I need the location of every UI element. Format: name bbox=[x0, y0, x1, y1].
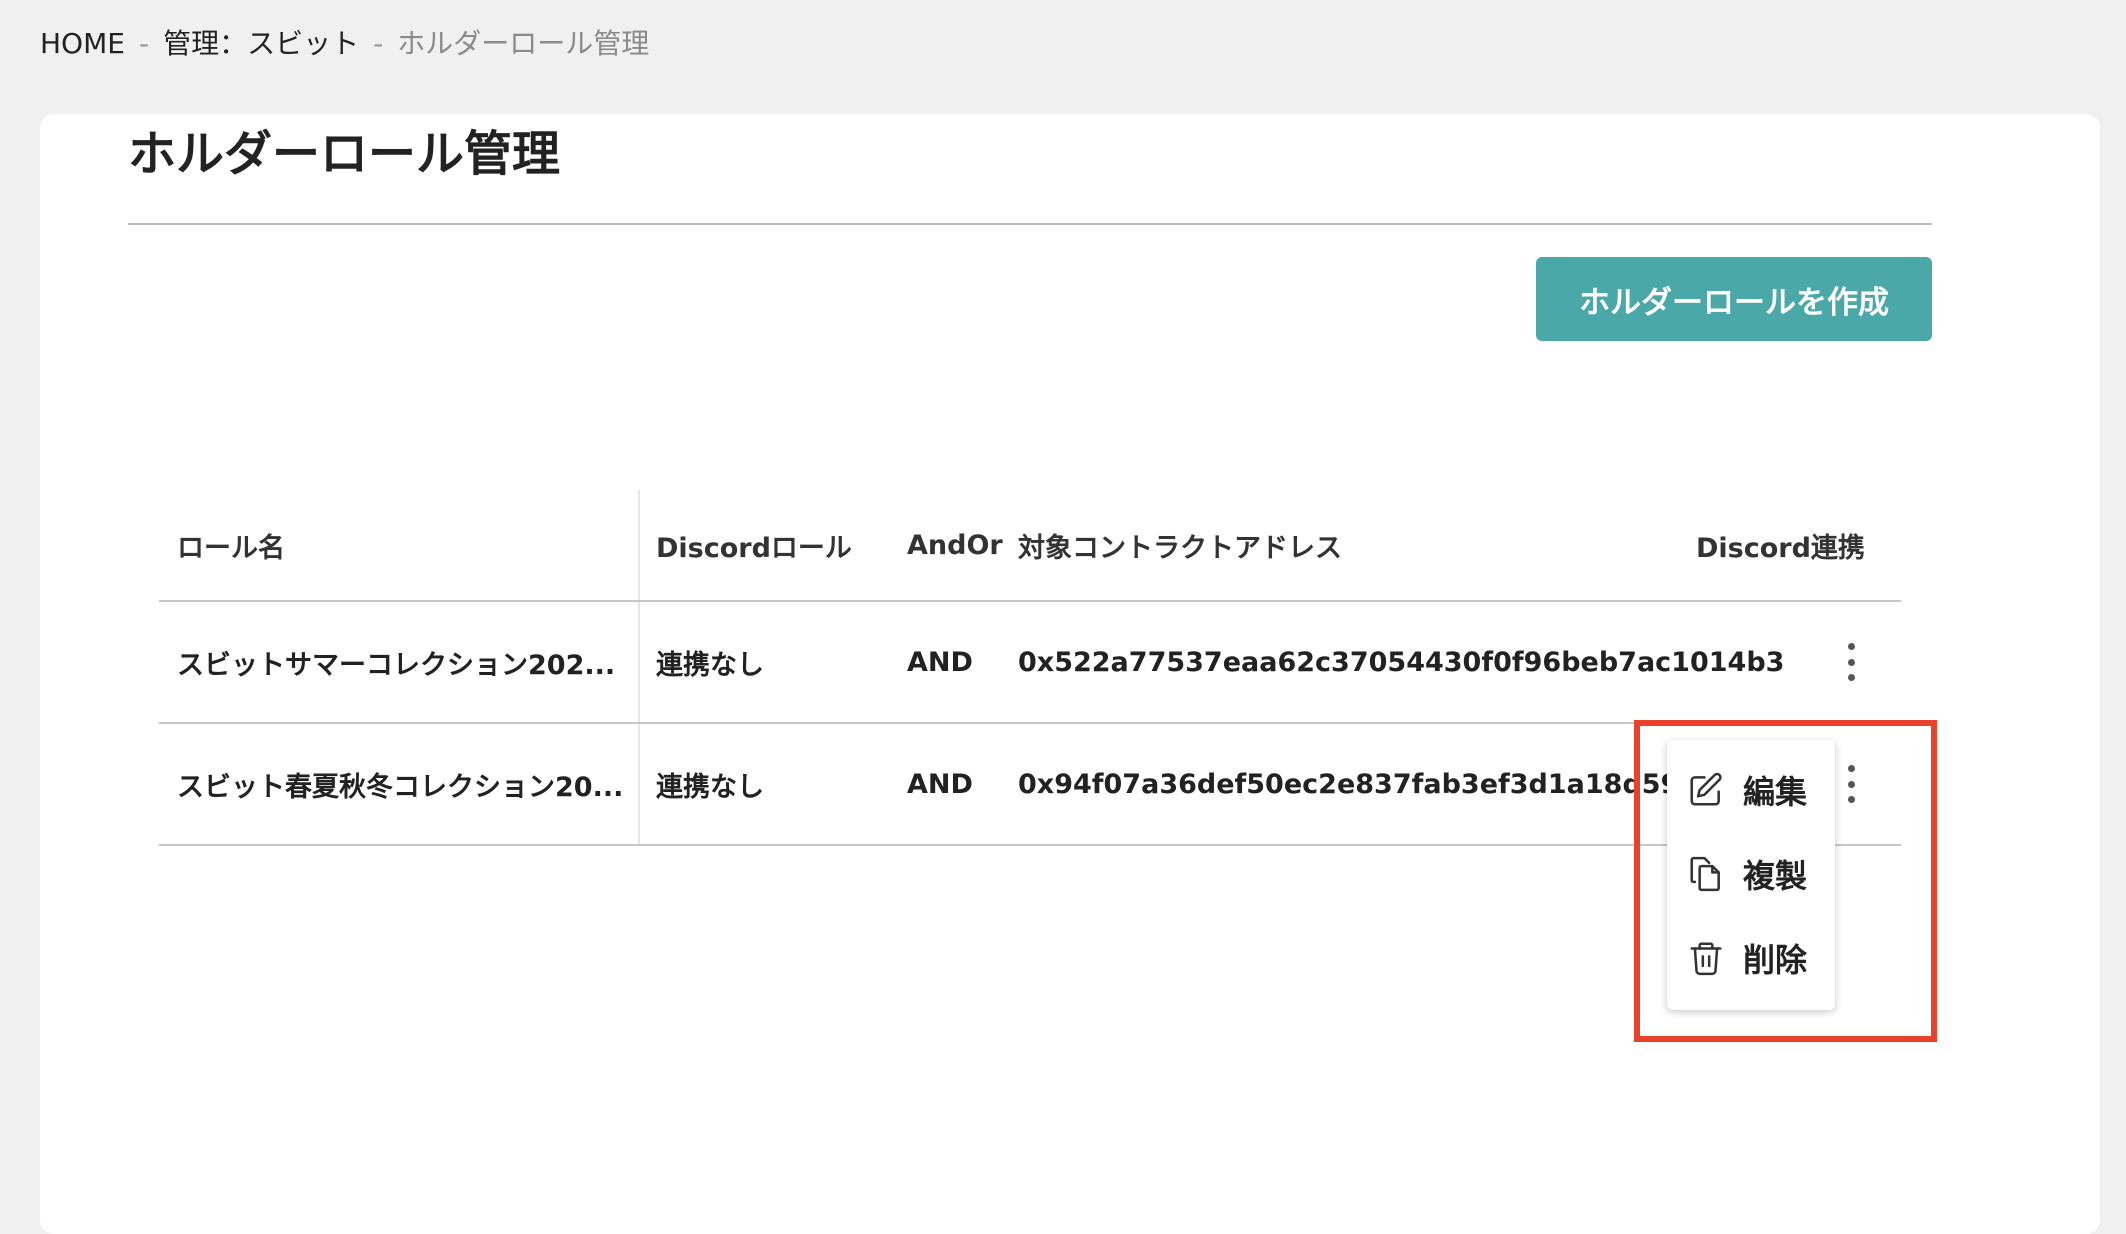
row-actions-kebab-icon[interactable] bbox=[1841, 640, 1861, 684]
column-divider bbox=[638, 724, 640, 844]
breadcrumb-section-link[interactable]: 管理：スビット bbox=[163, 24, 359, 64]
contract-address-cell: 0x522a77537eaa62c37054430f0f96beb7ac1014… bbox=[1018, 646, 1785, 678]
annotation-highlight-box bbox=[1634, 720, 1937, 1042]
role-name-cell: スビットサマーコレクション202... bbox=[177, 649, 616, 681]
column-header-contract-address: 対象コントラクトアドレス bbox=[1018, 532, 1342, 564]
column-divider bbox=[638, 490, 640, 600]
column-header-role-name: ロール名 bbox=[177, 532, 285, 564]
table-header-row: ロール名 Discordロール AndOr 対象コントラクトアドレス Disco… bbox=[159, 490, 1901, 602]
breadcrumb-separator: - bbox=[373, 27, 384, 60]
breadcrumb-current: ホルダーロール管理 bbox=[397, 27, 650, 60]
role-name-cell: スビット春夏秋冬コレクション20... bbox=[177, 771, 624, 803]
discord-role-cell: 連携なし bbox=[656, 771, 764, 803]
column-divider bbox=[638, 602, 640, 722]
and-or-cell: AND bbox=[907, 646, 973, 678]
discord-role-cell: 連携なし bbox=[656, 649, 764, 681]
and-or-cell: AND bbox=[907, 768, 973, 800]
title-divider bbox=[128, 223, 1932, 225]
page-title: ホルダーロール管理 bbox=[128, 126, 561, 182]
column-header-discord-link: Discord連携 bbox=[1696, 532, 1865, 564]
breadcrumb: HOME - 管理：スビット - ホルダーロール管理 bbox=[40, 24, 649, 64]
breadcrumb-separator: - bbox=[138, 27, 150, 60]
breadcrumb-home-link[interactable]: HOME bbox=[40, 24, 125, 64]
column-header-and-or: AndOr bbox=[907, 529, 1003, 561]
column-header-discord-role: Discordロール bbox=[656, 532, 852, 564]
table-row: スビットサマーコレクション202... 連携なし AND 0x522a77537… bbox=[159, 602, 1901, 724]
create-holder-role-button[interactable]: ホルダーロールを作成 bbox=[1536, 257, 1932, 341]
